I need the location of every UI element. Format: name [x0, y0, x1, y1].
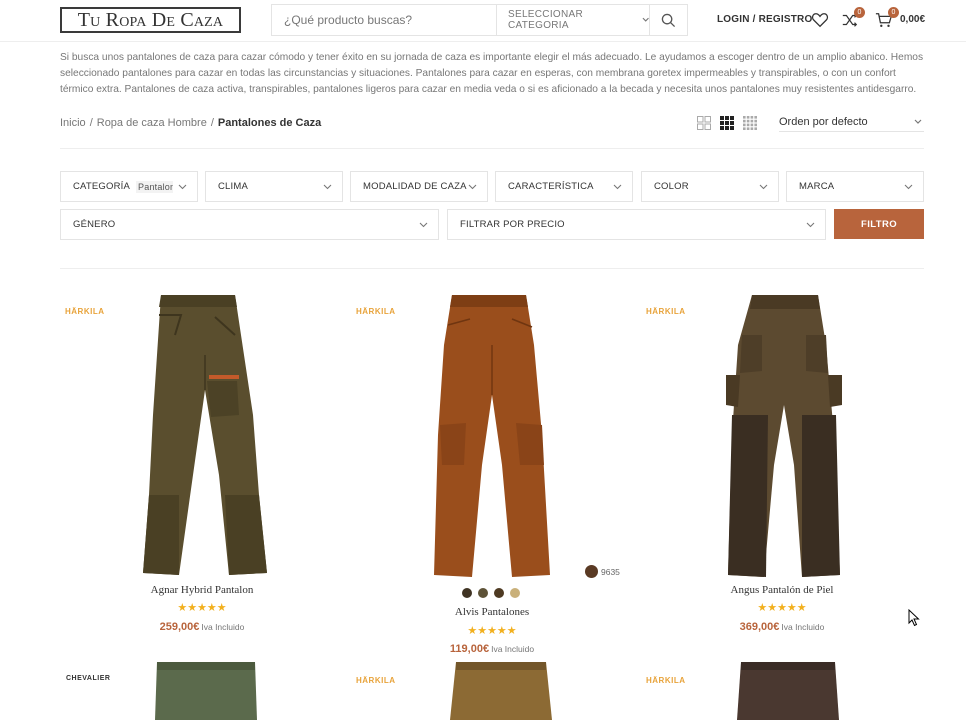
brand-logo: HÄRKILA	[646, 307, 686, 316]
breadcrumb: Inicio / Ropa de caza Hombre / Pantalone…	[60, 117, 321, 129]
filter-categoria[interactable]: CATEGORÍA Pantalones	[60, 171, 198, 202]
product-title[interactable]: Angus Pantalón de Piel	[672, 584, 892, 596]
color-dot	[585, 565, 598, 578]
cart-button[interactable]: 0	[875, 7, 899, 29]
color-code-label: 9635	[601, 566, 620, 577]
site-header: Tu Ropa De Caza SELECCIONAR CATEGORIA LO…	[0, 0, 966, 42]
grid-2-icon[interactable]	[697, 116, 711, 130]
chevron-down-icon	[806, 222, 815, 227]
cart-total[interactable]: 0,00€	[900, 14, 925, 25]
price-tax-note: Iva Incluido	[781, 622, 825, 632]
brand-logo: HÄRKILA	[65, 307, 105, 316]
filter-label: FILTRAR POR PRECIO	[460, 219, 565, 230]
grid-4-icon[interactable]	[743, 116, 757, 130]
search-input[interactable]	[272, 5, 496, 35]
product-image[interactable]	[737, 662, 841, 720]
filter-label: CATEGORÍA	[73, 181, 131, 192]
view-toggle	[697, 116, 757, 130]
filter-value: Pantalones	[136, 180, 174, 193]
grid-3-icon[interactable]	[720, 116, 734, 130]
product-price: 119,00€ Iva Incluido	[382, 643, 602, 655]
product-title[interactable]: Alvis Pantalones	[382, 606, 602, 618]
filter-marca[interactable]: MARCA	[786, 171, 924, 202]
site-logo[interactable]: Tu Ropa De Caza	[60, 7, 241, 33]
filter-precio[interactable]: FILTRAR POR PRECIO	[447, 209, 826, 240]
category-select-label: SELECCIONAR CATEGORIA	[508, 9, 583, 31]
cart-count-badge: 0	[888, 7, 899, 18]
chevron-down-icon	[178, 184, 187, 189]
filter-color[interactable]: COLOR	[641, 171, 779, 202]
mouse-cursor-icon	[908, 609, 920, 627]
login-register-link[interactable]: LOGIN / REGISTRO	[717, 14, 812, 25]
filter-submit-button[interactable]: FILTRO	[834, 209, 924, 239]
chevron-down-icon	[468, 184, 477, 189]
color-swatch[interactable]	[494, 588, 504, 598]
price-value: 369,00€	[739, 621, 780, 633]
breadcrumb-parent[interactable]: Ropa de caza Hombre	[97, 117, 207, 129]
rating-stars: ★★★★★	[177, 602, 227, 614]
rating-stars: ★★★★★	[467, 625, 517, 637]
breadcrumb-separator: /	[89, 117, 93, 129]
chevron-down-icon	[759, 184, 768, 189]
filter-label: CLIMA	[218, 181, 249, 192]
chevron-down-icon	[419, 222, 428, 227]
product-image[interactable]	[155, 662, 259, 720]
color-swatches	[462, 588, 520, 598]
filter-label: MARCA	[799, 181, 835, 192]
filter-label: COLOR	[654, 181, 689, 192]
brand-logo: CHEVALIER	[66, 675, 111, 682]
heart-icon	[811, 13, 829, 28]
price-value: 259,00€	[159, 621, 200, 633]
filter-caracteristica[interactable]: CARACTERÍSTICA	[495, 171, 633, 202]
search-button[interactable]	[649, 5, 687, 35]
compare-button[interactable]: 0	[841, 7, 865, 29]
product-price: 259,00€ Iva Incluido	[92, 621, 312, 633]
product-image[interactable]	[135, 295, 270, 577]
search-bar: SELECCIONAR CATEGORIA	[271, 4, 688, 36]
chevron-down-icon	[642, 17, 649, 22]
search-icon	[661, 13, 676, 27]
breadcrumb-home[interactable]: Inicio	[60, 117, 86, 129]
chevron-down-icon	[904, 184, 913, 189]
filter-label: GÉNERO	[73, 219, 116, 230]
color-swatch[interactable]	[462, 588, 472, 598]
sort-select[interactable]: Orden por defecto	[779, 112, 924, 132]
filter-label: CARACTERÍSTICA	[508, 181, 594, 192]
sort-select-label: Orden por defecto	[779, 115, 868, 128]
chevron-down-icon	[323, 184, 332, 189]
category-description: Si busca unos pantalones de caza para ca…	[60, 52, 924, 95]
divider	[60, 268, 924, 269]
chevron-down-icon	[613, 184, 622, 189]
wishlist-button[interactable]	[811, 11, 829, 29]
filter-label: MODALIDAD DE CAZA	[363, 181, 467, 192]
breadcrumb-separator: /	[210, 117, 214, 129]
price-value: 119,00€	[449, 643, 490, 655]
brand-logo: HÄRKILA	[646, 676, 686, 685]
product-image[interactable]	[430, 295, 556, 577]
rating-stars: ★★★★★	[757, 602, 807, 614]
chevron-down-icon	[914, 119, 922, 124]
product-title[interactable]: Agnar Hybrid Pantalon	[92, 584, 312, 596]
product-price: 369,00€ Iva Incluido	[672, 621, 892, 633]
color-swatch[interactable]	[510, 588, 520, 598]
product-image[interactable]	[450, 662, 554, 720]
color-swatch[interactable]	[478, 588, 488, 598]
color-code: 9635	[585, 565, 620, 578]
product-image[interactable]	[722, 295, 846, 577]
category-select[interactable]: SELECCIONAR CATEGORIA	[496, 5, 649, 35]
divider	[60, 148, 924, 149]
compare-count-badge: 0	[854, 7, 865, 18]
breadcrumb-current: Pantalones de Caza	[217, 117, 322, 129]
price-tax-note: Iva Incluido	[201, 622, 245, 632]
filter-clima[interactable]: CLIMA	[205, 171, 343, 202]
price-tax-note: Iva Incluido	[491, 644, 535, 654]
brand-logo: HÄRKILA	[356, 676, 396, 685]
brand-logo: HÄRKILA	[356, 307, 396, 316]
filter-genero[interactable]: GÉNERO	[60, 209, 439, 240]
filter-modalidad[interactable]: MODALIDAD DE CAZA	[350, 171, 488, 202]
